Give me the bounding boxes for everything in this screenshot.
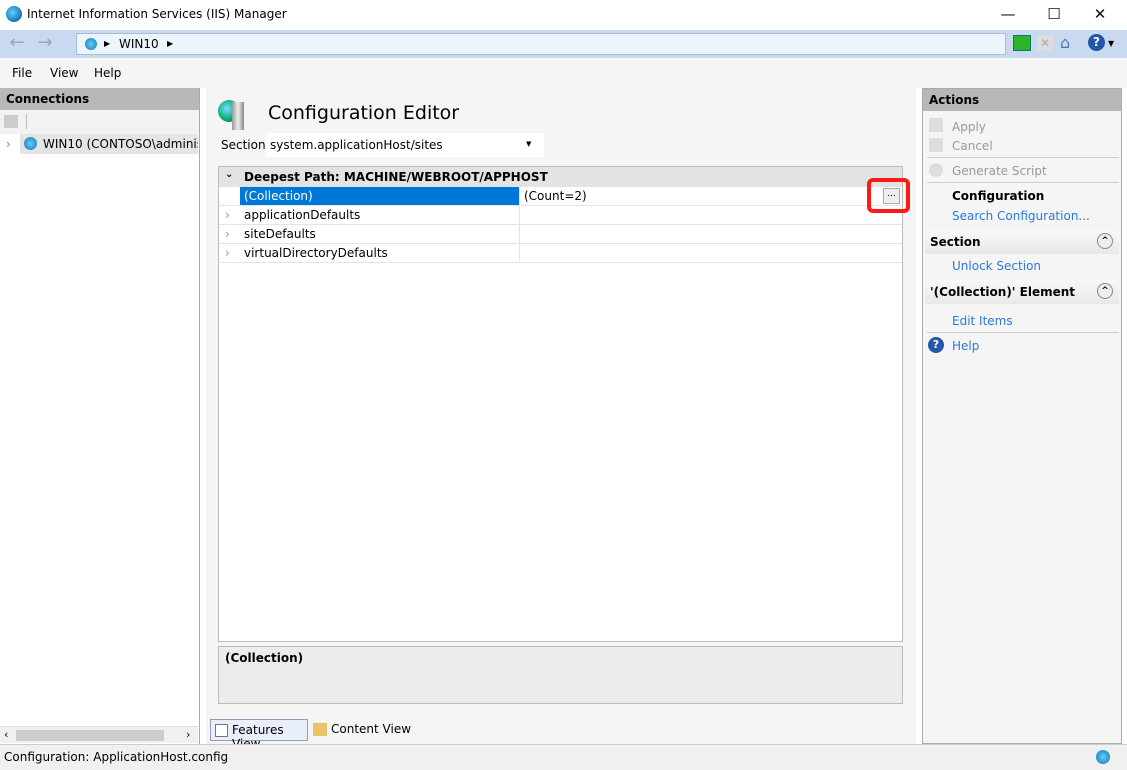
back-button[interactable]: ← [4, 34, 30, 54]
cancel-action[interactable]: Cancel [952, 139, 993, 153]
menu-help[interactable]: Help [94, 66, 121, 80]
divider [927, 182, 1119, 183]
home-icon[interactable]: ⌂ [1060, 33, 1070, 52]
element-group-header[interactable]: '(Collection)' Element ^ [925, 280, 1119, 304]
horizontal-scrollbar[interactable]: ‹ › [0, 726, 198, 743]
page-title: Configuration Editor [268, 102, 460, 124]
help-link[interactable]: Help [952, 339, 979, 353]
server-icon [24, 137, 37, 150]
breadcrumb-arrow-icon: ▶ [104, 39, 111, 48]
window-title: Internet Information Services (IIS) Mana… [27, 7, 287, 21]
actions-pane: Actions Apply Cancel Generate Script Con… [922, 88, 1122, 744]
connections-header: Connections [0, 88, 199, 110]
section-group-header[interactable]: Section ^ [925, 230, 1119, 254]
element-group-label: '(Collection)' Element [930, 285, 1076, 299]
description-panel: (Collection) [218, 646, 903, 704]
connections-pane: Connections › WIN10 (CONTOSO\administrat… [0, 88, 200, 744]
apply-action[interactable]: Apply [952, 120, 986, 134]
connections-toolbar [0, 110, 199, 134]
grid-row-sitedefaults[interactable]: › siteDefaults [219, 225, 902, 244]
content-view-tab[interactable]: Content View [311, 719, 411, 741]
scrollbar-thumb[interactable] [16, 730, 164, 741]
content-view-icon [313, 723, 327, 736]
section-label: Section: [221, 138, 270, 152]
row-name: siteDefaults [240, 225, 520, 243]
tree-item-label: WIN10 (CONTOSO\administrator) [43, 137, 198, 151]
deepest-path-label: Deepest Path: MACHINE/WEBROOT/APPHOST [244, 170, 548, 184]
collapse-icon[interactable]: ^ [1097, 283, 1113, 299]
content-view-label: Content View [331, 722, 412, 736]
grid-row-applicationdefaults[interactable]: › applicationDefaults [219, 206, 902, 225]
expand-icon[interactable]: › [225, 246, 230, 260]
row-value: (Count=2) [524, 189, 587, 203]
collapse-icon[interactable]: ^ [1097, 233, 1113, 249]
grid-row-collection[interactable]: (Collection) (Count=2) ... [219, 178, 910, 213]
section-dropdown[interactable]: system.applicationHost/sites ▼ [266, 133, 544, 157]
refresh-icon[interactable] [1013, 35, 1031, 51]
help-icon: ? [928, 337, 944, 353]
configuration-heading: Configuration [952, 189, 1045, 203]
server-icon [85, 38, 97, 50]
tree-item-win10[interactable]: › WIN10 (CONTOSO\administrator) [0, 134, 199, 154]
scroll-left-icon[interactable]: ‹ [4, 728, 8, 741]
connect-icon[interactable] [4, 115, 18, 128]
server-status-icon [1096, 750, 1110, 764]
close-button[interactable]: ✕ [1077, 0, 1123, 30]
deepest-path-header[interactable]: ⌄ Deepest Path: MACHINE/WEBROOT/APPHOST [219, 167, 902, 187]
help-icon[interactable]: ? [1088, 34, 1105, 51]
minimize-button[interactable]: — [985, 0, 1031, 30]
forward-button[interactable]: → [32, 34, 58, 54]
breadcrumb-win10[interactable]: WIN10 [119, 37, 159, 51]
status-text: Configuration: ApplicationHost.config [4, 750, 229, 764]
row-name: applicationDefaults [240, 206, 520, 224]
cancel-icon [929, 138, 943, 152]
menu-bar: File View Help [0, 58, 1127, 88]
menu-file[interactable]: File [12, 66, 32, 80]
title-bar: Internet Information Services (IIS) Mana… [0, 0, 1127, 30]
expand-icon[interactable]: › [6, 137, 11, 151]
help-dropdown-icon[interactable]: ▼ [1108, 39, 1114, 48]
divider [927, 332, 1119, 333]
scroll-right-icon[interactable]: › [186, 728, 190, 741]
row-name: virtualDirectoryDefaults [240, 244, 520, 262]
edit-items-link[interactable]: Edit Items [952, 314, 1013, 328]
expand-icon[interactable]: › [225, 227, 230, 241]
server-tower-icon [232, 102, 244, 130]
breadcrumb-arrow-icon[interactable]: ▶ [167, 39, 173, 48]
address-bar[interactable]: ▶ WIN10 ▶ [76, 33, 1006, 55]
iis-app-icon [6, 6, 22, 22]
apply-icon [929, 118, 943, 132]
generate-script-icon [929, 163, 943, 177]
unlock-section-link[interactable]: Unlock Section [952, 259, 1041, 273]
stop-icon[interactable]: ✕ [1037, 35, 1053, 51]
toolbar-divider [26, 114, 27, 129]
section-group-label: Section [930, 235, 981, 249]
features-view-icon [215, 724, 228, 737]
navigation-bar: ← → ▶ WIN10 ▶ ✕ ⌂ ? ▼ [0, 30, 1127, 58]
menu-view[interactable]: View [50, 66, 78, 80]
expand-icon[interactable]: › [225, 208, 230, 222]
search-configuration-link[interactable]: Search Configuration... [952, 209, 1090, 223]
generate-script-action[interactable]: Generate Script [952, 164, 1047, 178]
actions-header: Actions [923, 89, 1121, 111]
status-bar: Configuration: ApplicationHost.config [0, 744, 1127, 770]
chevron-down-icon[interactable]: ▼ [526, 140, 531, 148]
row-name: (Collection) [240, 187, 520, 205]
features-view-tab[interactable]: Features View [210, 719, 308, 751]
collapse-chevron-icon[interactable]: ⌄ [225, 169, 233, 180]
grid-row-virtualdirectorydefaults[interactable]: › virtualDirectoryDefaults [219, 244, 902, 263]
section-value: system.applicationHost/sites [270, 138, 443, 152]
property-grid: ⌄ Deepest Path: MACHINE/WEBROOT/APPHOST … [218, 166, 910, 642]
maximize-button[interactable]: ☐ [1031, 0, 1077, 30]
divider [927, 157, 1119, 158]
